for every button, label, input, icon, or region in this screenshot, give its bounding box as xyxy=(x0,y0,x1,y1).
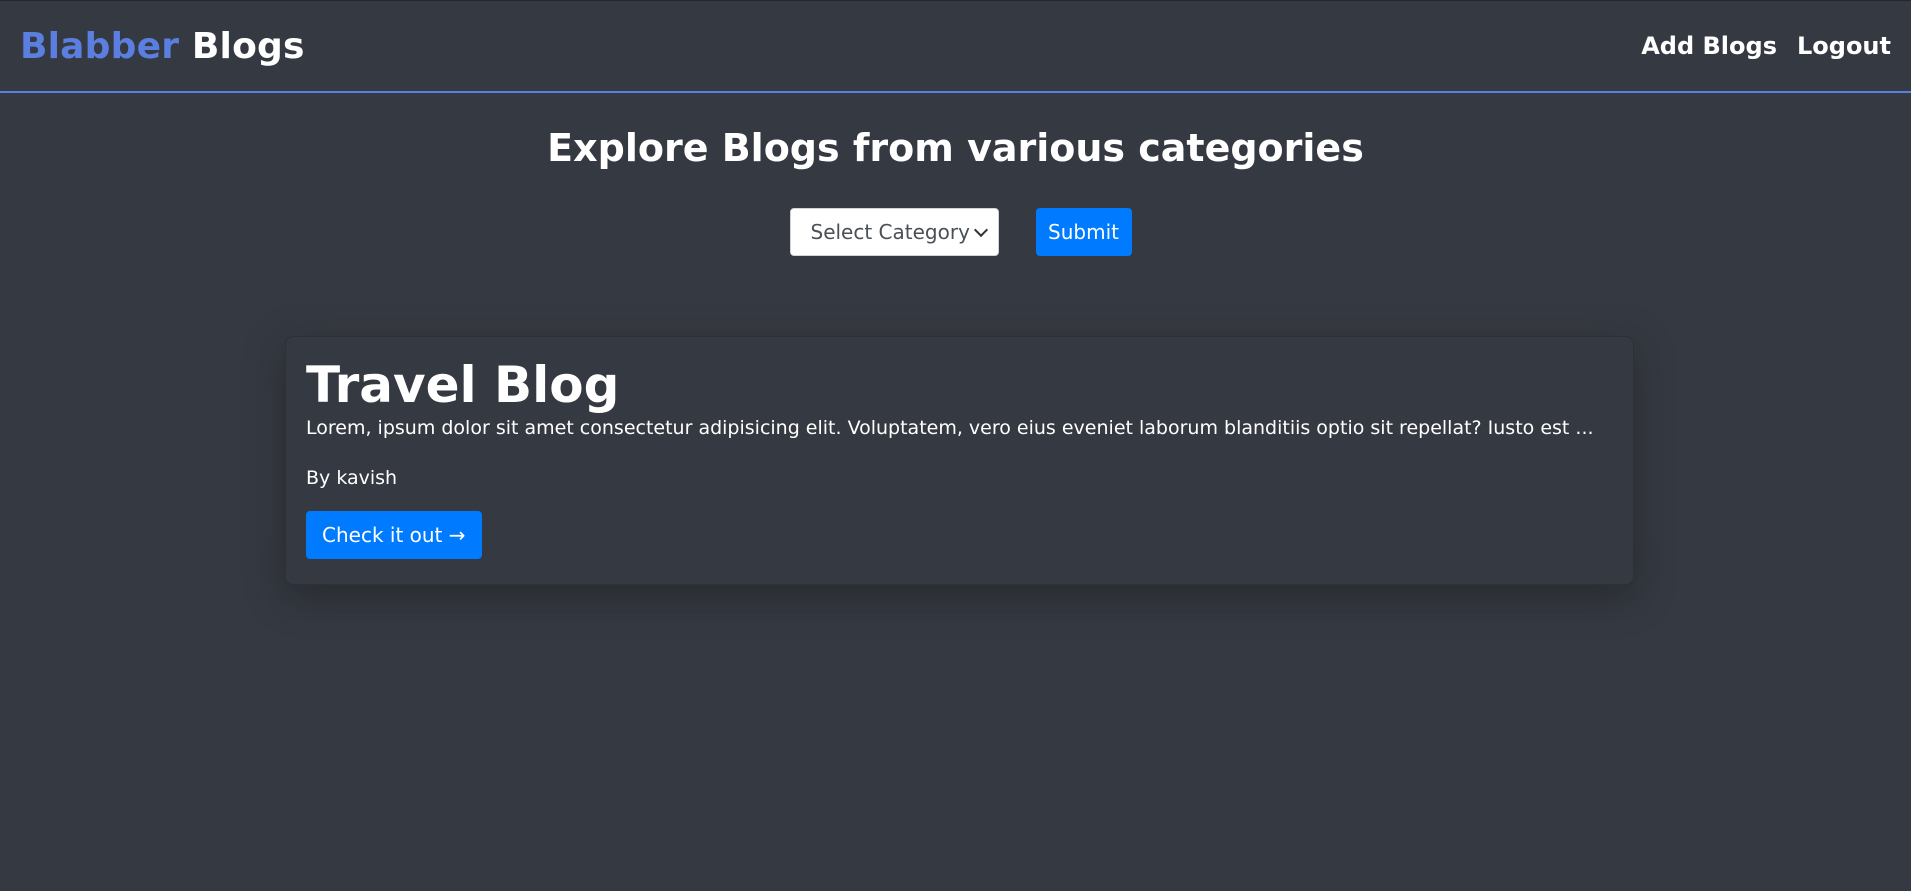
category-select-value: Select Category xyxy=(810,220,970,244)
blog-author: By kavish xyxy=(306,467,398,489)
nav-links: Add Blogs Logout xyxy=(1641,32,1891,60)
blog-card: Travel Blog Lorem, ipsum dolor sit amet … xyxy=(285,336,1634,585)
brand-name: Blogs xyxy=(191,25,305,67)
page-title: Explore Blogs from various categories xyxy=(547,126,1364,170)
category-select[interactable]: Select Category xyxy=(789,208,999,256)
category-filter: Select Category Submit xyxy=(0,208,1911,256)
blog-excerpt: Lorem, ipsum dolor sit amet consectetur … xyxy=(306,417,1594,439)
brand-logo[interactable]: Blabber Blogs xyxy=(20,26,305,67)
brand-accent: Blabber xyxy=(20,25,180,67)
navbar: Blabber Blogs Add Blogs Logout xyxy=(0,0,1911,93)
chevron-down-icon xyxy=(973,222,988,237)
add-blogs-link[interactable]: Add Blogs xyxy=(1641,32,1777,60)
submit-button[interactable]: Submit xyxy=(1035,208,1132,256)
logout-link[interactable]: Logout xyxy=(1797,32,1891,60)
blog-title: Travel Blog xyxy=(306,356,620,414)
check-it-out-button[interactable]: Check it out → xyxy=(306,511,482,559)
